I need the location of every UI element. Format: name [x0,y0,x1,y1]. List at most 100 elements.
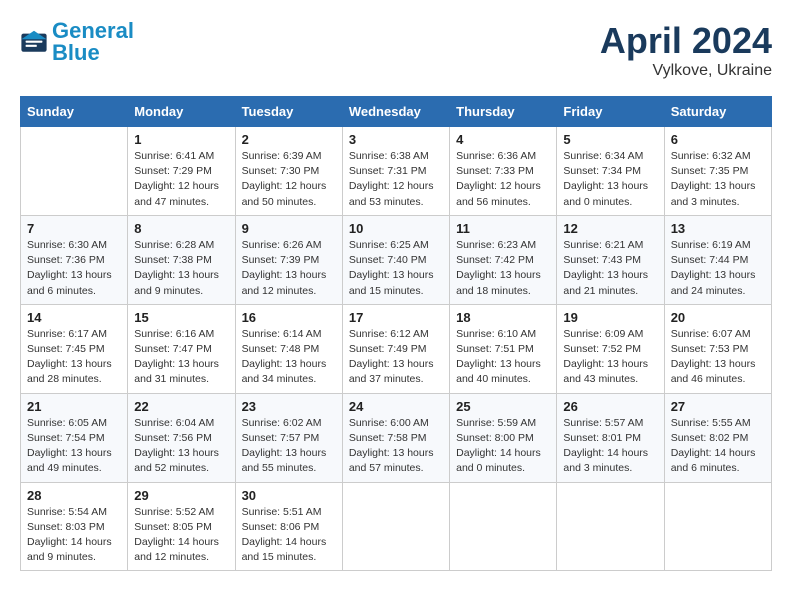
logo-text: GeneralBlue [52,20,134,64]
calendar-cell: 2 Sunrise: 6:39 AM Sunset: 7:30 PM Daylig… [235,127,342,216]
day-number: 17 [349,310,443,325]
day-number: 1 [134,132,228,147]
day-info: Sunrise: 5:51 AM Sunset: 8:06 PM Dayligh… [242,505,336,566]
day-number: 8 [134,221,228,236]
calendar-cell: 30Sunrise: 5:51 AM Sunset: 8:06 PM Dayli… [235,482,342,571]
calendar-cell: 4Sunrise: 6:36 AM Sunset: 7:33 PM Daylig… [450,127,557,216]
calendar-cell [557,482,664,571]
day-info: Sunrise: 6:32 AM Sunset: 7:35 PM Dayligh… [671,149,765,210]
calendar-cell: 6Sunrise: 6:32 AM Sunset: 7:35 PM Daylig… [664,127,771,216]
day-info: Sunrise: 6:23 AM Sunset: 7:42 PM Dayligh… [456,238,550,299]
calendar-cell: 20Sunrise: 6:07 AM Sunset: 7:53 PM Dayli… [664,304,771,393]
day-number: 19 [563,310,657,325]
day-info: Sunrise: 5:52 AM Sunset: 8:05 PM Dayligh… [134,505,228,566]
day-info: Sunrise: 6:30 AM Sunset: 7:36 PM Dayligh… [27,238,121,299]
day-number: 29 [134,488,228,503]
day-info: Sunrise: 6:02 AM Sunset: 7:57 PM Dayligh… [242,416,336,477]
day-info: Sunrise: 6:10 AM Sunset: 7:51 PM Dayligh… [456,327,550,388]
day-info: Sunrise: 6:05 AM Sunset: 7:54 PM Dayligh… [27,416,121,477]
day-number: 23 [242,399,336,414]
day-number: 22 [134,399,228,414]
day-number: 15 [134,310,228,325]
day-info: Sunrise: 6:04 AM Sunset: 7:56 PM Dayligh… [134,416,228,477]
calendar-cell: 26 Sunrise: 5:57 AM Sunset: 8:01 PM Dayli… [557,393,664,482]
calendar-cell: 25 Sunrise: 5:59 AM Sunset: 8:00 PM Dayli… [450,393,557,482]
weekday-header: Friday [557,97,664,127]
calendar-cell: 18 Sunrise: 6:10 AM Sunset: 7:51 PM Dayli… [450,304,557,393]
day-number: 24 [349,399,443,414]
day-number: 18 [456,310,550,325]
day-number: 9 [242,221,336,236]
day-info: Sunrise: 6:21 AM Sunset: 7:43 PM Dayligh… [563,238,657,299]
calendar-cell: 14Sunrise: 6:17 AM Sunset: 7:45 PM Dayli… [21,304,128,393]
day-number: 16 [242,310,336,325]
logo-icon [20,28,48,56]
day-number: 10 [349,221,443,236]
day-info: Sunrise: 6:16 AM Sunset: 7:47 PM Dayligh… [134,327,228,388]
calendar-cell: 19 Sunrise: 6:09 AM Sunset: 7:52 PM Dayli… [557,304,664,393]
calendar-cell: 9 Sunrise: 6:26 AM Sunset: 7:39 PM Daylig… [235,215,342,304]
day-info: Sunrise: 6:25 AM Sunset: 7:40 PM Dayligh… [349,238,443,299]
calendar-cell: 28Sunrise: 5:54 AM Sunset: 8:03 PM Dayli… [21,482,128,571]
day-info: Sunrise: 5:55 AM Sunset: 8:02 PM Dayligh… [671,416,765,477]
logo: GeneralBlue [20,20,134,64]
calendar-cell: 8 Sunrise: 6:28 AM Sunset: 7:38 PM Daylig… [128,215,235,304]
calendar-cell: 15 Sunrise: 6:16 AM Sunset: 7:47 PM Dayli… [128,304,235,393]
calendar-cell: 22 Sunrise: 6:04 AM Sunset: 7:56 PM Dayli… [128,393,235,482]
calendar-cell: 11 Sunrise: 6:23 AM Sunset: 7:42 PM Dayli… [450,215,557,304]
day-info: Sunrise: 6:12 AM Sunset: 7:49 PM Dayligh… [349,327,443,388]
day-info: Sunrise: 6:07 AM Sunset: 7:53 PM Dayligh… [671,327,765,388]
day-info: Sunrise: 6:09 AM Sunset: 7:52 PM Dayligh… [563,327,657,388]
location: Vylkove, Ukraine [600,62,772,80]
calendar-cell [21,127,128,216]
weekday-header: Thursday [450,97,557,127]
day-number: 21 [27,399,121,414]
day-info: Sunrise: 6:26 AM Sunset: 7:39 PM Dayligh… [242,238,336,299]
calendar-cell: 13Sunrise: 6:19 AM Sunset: 7:44 PM Dayli… [664,215,771,304]
day-number: 4 [456,132,550,147]
day-number: 26 [563,399,657,414]
weekday-header: Saturday [664,97,771,127]
day-number: 5 [563,132,657,147]
day-number: 28 [27,488,121,503]
day-number: 11 [456,221,550,236]
day-number: 27 [671,399,765,414]
title-block: April 2024 Vylkove, Ukraine [600,20,772,80]
calendar-cell: 16 Sunrise: 6:14 AM Sunset: 7:48 PM Dayli… [235,304,342,393]
day-info: Sunrise: 6:38 AM Sunset: 7:31 PM Dayligh… [349,149,443,210]
calendar-table: SundayMondayTuesdayWednesdayThursdayFrid… [20,96,772,571]
calendar-cell [342,482,449,571]
weekday-header: Wednesday [342,97,449,127]
calendar-cell [450,482,557,571]
page-header: GeneralBlue April 2024 Vylkove, Ukraine [20,20,772,80]
calendar-cell: 24 Sunrise: 6:00 AM Sunset: 7:58 PM Dayli… [342,393,449,482]
calendar-cell: 3 Sunrise: 6:38 AM Sunset: 7:31 PM Daylig… [342,127,449,216]
calendar-cell [664,482,771,571]
calendar-cell: 5Sunrise: 6:34 AM Sunset: 7:34 PM Daylig… [557,127,664,216]
day-info: Sunrise: 6:28 AM Sunset: 7:38 PM Dayligh… [134,238,228,299]
calendar-cell: 7 Sunrise: 6:30 AM Sunset: 7:36 PM Daylig… [21,215,128,304]
day-info: Sunrise: 5:57 AM Sunset: 8:01 PM Dayligh… [563,416,657,477]
weekday-header: Tuesday [235,97,342,127]
day-info: Sunrise: 5:59 AM Sunset: 8:00 PM Dayligh… [456,416,550,477]
calendar-cell: 21 Sunrise: 6:05 AM Sunset: 7:54 PM Dayli… [21,393,128,482]
day-number: 14 [27,310,121,325]
calendar-cell: 17 Sunrise: 6:12 AM Sunset: 7:49 PM Dayli… [342,304,449,393]
day-info: Sunrise: 6:19 AM Sunset: 7:44 PM Dayligh… [671,238,765,299]
day-number: 2 [242,132,336,147]
day-number: 3 [349,132,443,147]
calendar-week-row: 7 Sunrise: 6:30 AM Sunset: 7:36 PM Daylig… [21,215,772,304]
day-info: Sunrise: 6:14 AM Sunset: 7:48 PM Dayligh… [242,327,336,388]
calendar-cell: 10 Sunrise: 6:25 AM Sunset: 7:40 PM Dayli… [342,215,449,304]
calendar-cell: 23 Sunrise: 6:02 AM Sunset: 7:57 PM Dayli… [235,393,342,482]
weekday-header: Sunday [21,97,128,127]
calendar-cell: 27 Sunrise: 5:55 AM Sunset: 8:02 PM Dayli… [664,393,771,482]
day-number: 25 [456,399,550,414]
weekday-header-row: SundayMondayTuesdayWednesdayThursdayFrid… [21,97,772,127]
day-info: Sunrise: 6:39 AM Sunset: 7:30 PM Dayligh… [242,149,336,210]
calendar-week-row: 28Sunrise: 5:54 AM Sunset: 8:03 PM Dayli… [21,482,772,571]
day-number: 7 [27,221,121,236]
calendar-cell: 12Sunrise: 6:21 AM Sunset: 7:43 PM Dayli… [557,215,664,304]
calendar-week-row: 21 Sunrise: 6:05 AM Sunset: 7:54 PM Dayli… [21,393,772,482]
day-info: Sunrise: 6:00 AM Sunset: 7:58 PM Dayligh… [349,416,443,477]
